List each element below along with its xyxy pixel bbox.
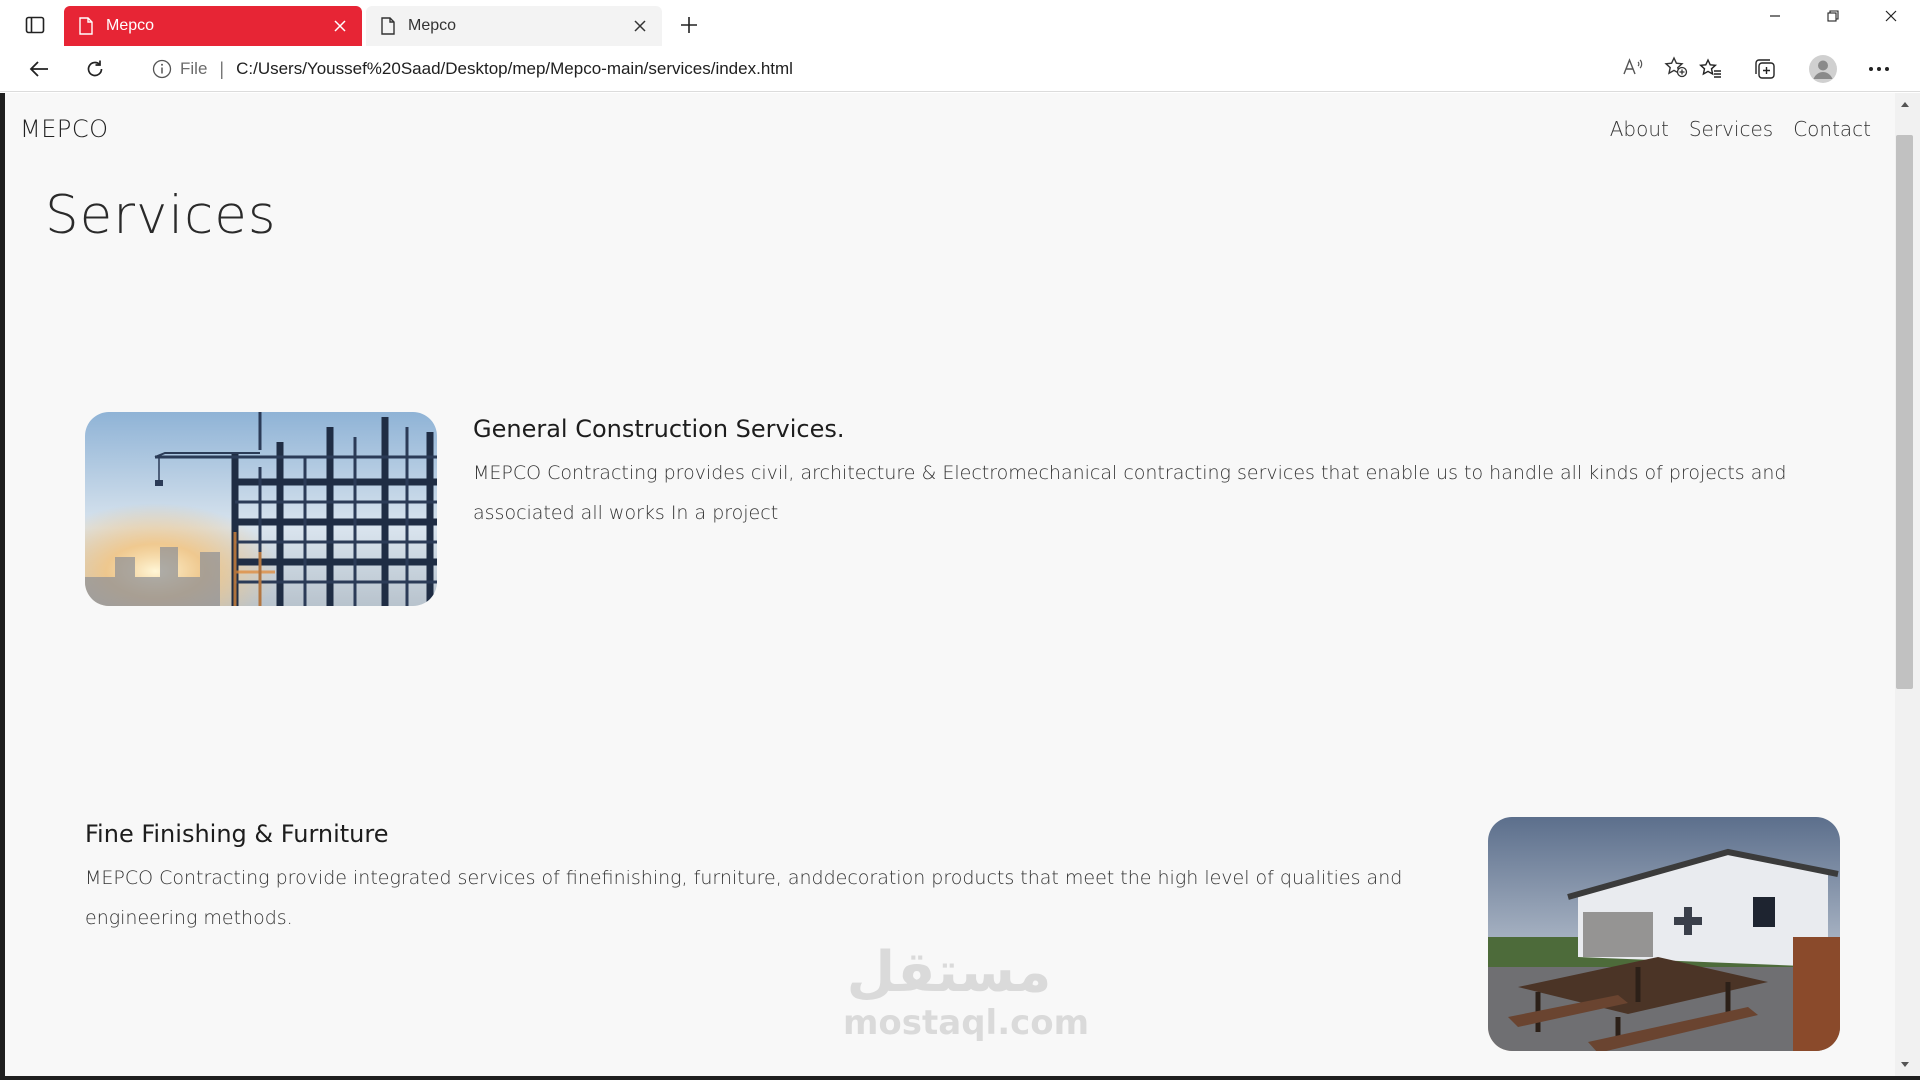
- nav-link-services[interactable]: Services: [1689, 117, 1773, 141]
- address-actions: [1622, 55, 1688, 83]
- nav-link-about[interactable]: About: [1610, 117, 1669, 141]
- close-icon[interactable]: [328, 14, 352, 38]
- collections-icon[interactable]: [1748, 53, 1782, 85]
- construction-photo: [85, 412, 437, 606]
- site-navbar: MEPCO About Services Contact: [5, 93, 1895, 157]
- watermark-arabic: مستقل: [846, 940, 1052, 1005]
- tab-actions-icon[interactable]: [14, 10, 56, 40]
- address-separator: |: [219, 58, 225, 79]
- browser-tab-strip: Mepco Mepco: [0, 0, 1920, 46]
- address-scheme-label: File: [180, 59, 208, 78]
- tab-mepco[interactable]: Mepco: [366, 6, 662, 46]
- nav-links: About Services Contact: [1610, 117, 1871, 141]
- watermark: مستقل mostaql.com: [843, 940, 1090, 1043]
- vertical-scrollbar[interactable]: [1895, 93, 1920, 1076]
- service-heading: Fine Finishing & Furniture: [85, 820, 389, 848]
- restore-icon[interactable]: [1804, 0, 1862, 32]
- page-viewport: MEPCO About Services Contact Services Ge…: [5, 93, 1895, 1076]
- tab-mepco-active[interactable]: Mepco: [64, 6, 362, 46]
- add-favorite-icon[interactable]: [1664, 55, 1688, 83]
- tab-title: Mepco: [408, 17, 457, 34]
- service-description: MEPCO Contracting provides civil, archit…: [473, 462, 1787, 524]
- scroll-down-icon[interactable]: [1900, 1060, 1910, 1070]
- address-url[interactable]: C:/Users/Youssef%20Saad/Desktop/mep/Mepc…: [236, 59, 1622, 79]
- watermark-latin: mostaql.com: [843, 1003, 1090, 1043]
- profile-avatar-icon[interactable]: [1806, 53, 1840, 85]
- more-options-icon[interactable]: [1862, 53, 1896, 85]
- browser-toolbar: File | C:/Users/Youssef%20Saad/Desktop/m…: [0, 46, 1920, 92]
- window-controls: [1746, 0, 1920, 32]
- nav-link-contact[interactable]: Contact: [1793, 117, 1871, 141]
- service-description: MEPCO Contracting provide integrated ser…: [85, 867, 1403, 929]
- service-heading: General Construction Services.: [473, 415, 845, 443]
- scrollbar-thumb[interactable]: [1896, 135, 1913, 689]
- refresh-icon[interactable]: [78, 53, 112, 85]
- scroll-up-icon[interactable]: [1900, 99, 1910, 109]
- close-icon[interactable]: [628, 14, 652, 38]
- info-icon[interactable]: [152, 59, 172, 79]
- minimize-icon[interactable]: [1746, 0, 1804, 32]
- window-bottom-edge: [0, 1076, 1920, 1080]
- read-aloud-icon[interactable]: [1622, 57, 1644, 82]
- brand-logo[interactable]: MEPCO: [20, 115, 109, 143]
- page-title: Services: [45, 185, 277, 246]
- tab-title: Mepco: [106, 17, 155, 34]
- document-icon: [380, 17, 396, 35]
- patio-furniture-photo: [1488, 817, 1840, 1051]
- close-window-icon[interactable]: [1862, 0, 1920, 32]
- document-icon: [78, 17, 94, 35]
- favorites-icon[interactable]: [1694, 53, 1728, 85]
- back-icon[interactable]: [22, 53, 56, 85]
- address-bar[interactable]: File | C:/Users/Youssef%20Saad/Desktop/m…: [132, 49, 1704, 89]
- new-tab-icon[interactable]: [672, 10, 706, 40]
